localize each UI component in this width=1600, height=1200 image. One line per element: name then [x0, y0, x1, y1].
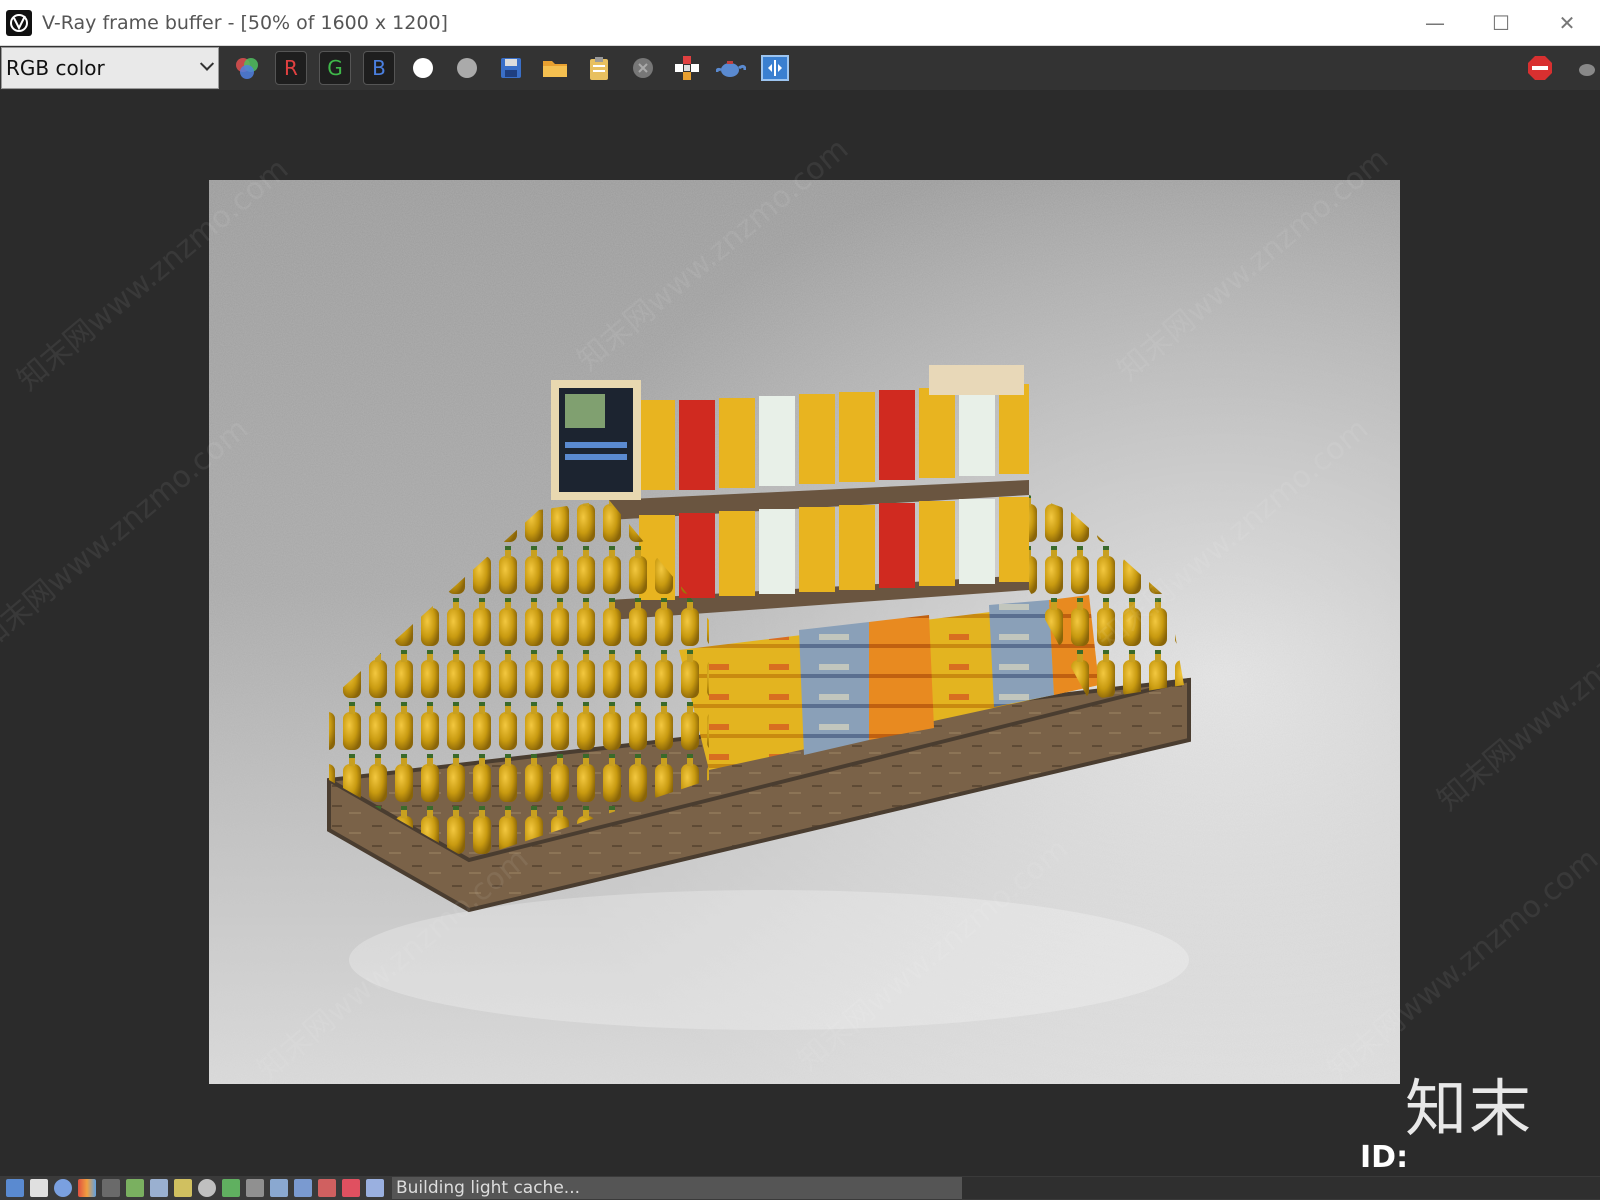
curve-icon[interactable]	[246, 1179, 264, 1197]
region-render-icon[interactable]	[671, 52, 703, 84]
maximize-button[interactable]: ☐	[1468, 0, 1534, 46]
close-button[interactable]: ✕	[1534, 0, 1600, 46]
watermark: 知末网www.znzmo.com	[1430, 571, 1600, 818]
color-correction-icon[interactable]	[78, 1179, 96, 1197]
render-teapot-icon[interactable]	[715, 52, 747, 84]
image-id-label: ID: 1132155491	[1360, 1140, 1569, 1176]
toolbar: RGB color R G B	[0, 46, 1600, 90]
status-bar: Building light cache...	[0, 1176, 1600, 1200]
stereo-icon[interactable]	[318, 1179, 336, 1197]
channel-select-value: RGB color	[6, 56, 105, 80]
clear-icon[interactable]	[627, 52, 659, 84]
green-channel-button[interactable]: G	[319, 51, 351, 85]
levels-icon[interactable]	[126, 1179, 144, 1197]
compare-ab-icon[interactable]	[759, 52, 791, 84]
green-channel-label: G	[327, 56, 343, 80]
hdr-icon[interactable]	[294, 1179, 312, 1197]
red-channel-button[interactable]: R	[275, 51, 307, 85]
lens-effects-icon[interactable]	[366, 1179, 384, 1197]
hsl-icon[interactable]	[102, 1179, 120, 1197]
render-progress-bar	[962, 1177, 1600, 1199]
chevron-down-icon	[199, 56, 215, 71]
histogram-icon[interactable]	[150, 1179, 168, 1197]
channel-select[interactable]: RGB color	[1, 47, 219, 89]
stop-render-icon[interactable]	[1524, 52, 1556, 84]
save-icon[interactable]	[495, 52, 527, 84]
background-image-icon[interactable]	[222, 1179, 240, 1197]
minimize-button[interactable]: —	[1402, 0, 1468, 46]
render-options-teapot-icon[interactable]	[1568, 52, 1600, 84]
red-channel-label: R	[284, 56, 298, 80]
title-bar: V-Ray frame buffer - [50% of 1600 x 1200…	[0, 0, 1600, 46]
exposure-icon[interactable]	[198, 1179, 216, 1197]
gray-circle-icon[interactable]	[451, 52, 483, 84]
vray-logo-icon	[6, 9, 32, 36]
lut-icon[interactable]	[270, 1179, 288, 1197]
blue-channel-button[interactable]: B	[363, 51, 395, 85]
curves-icon[interactable]	[174, 1179, 192, 1197]
clipboard-icon[interactable]	[583, 52, 615, 84]
open-folder-icon[interactable]	[539, 52, 571, 84]
white-circle-icon[interactable]	[407, 52, 439, 84]
blue-channel-label: B	[372, 56, 386, 80]
window-icon[interactable]	[6, 1179, 24, 1197]
window-title: V-Ray frame buffer - [50% of 1600 x 1200…	[42, 11, 448, 34]
color-channels-icon[interactable]	[231, 52, 263, 84]
pixel-aspect-icon[interactable]	[342, 1179, 360, 1197]
brand-logo-text: 知末	[1405, 1072, 1534, 1145]
render-viewport[interactable]: 知末网www.znzmo.com 知末网www.znzmo.com 知末网www…	[0, 90, 1600, 1176]
status-text: Building light cache...	[392, 1177, 962, 1199]
history-icon[interactable]	[30, 1179, 48, 1197]
info-icon[interactable]	[54, 1179, 72, 1197]
